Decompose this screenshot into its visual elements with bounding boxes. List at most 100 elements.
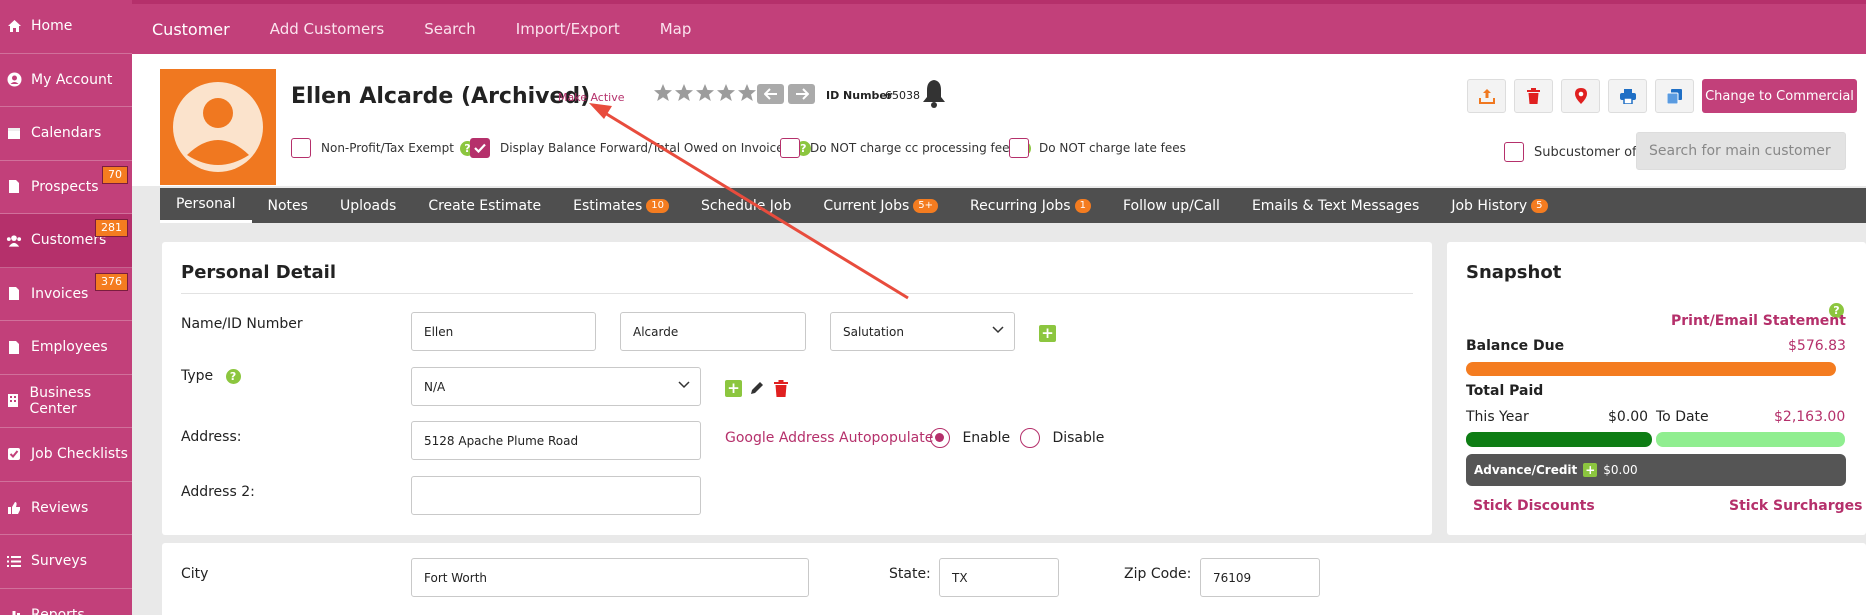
tab-estimates[interactable]: Estimates 10 (557, 188, 685, 223)
print-email-statement-link[interactable]: Print/Email Statement (1671, 313, 1846, 329)
stick-discounts-link[interactable]: Stick Discounts (1473, 498, 1595, 514)
arrow-left-icon (763, 88, 777, 100)
salutation-select[interactable]: Salutation (830, 312, 1015, 351)
tab-emails-texts[interactable]: Emails & Text Messages (1236, 188, 1435, 223)
help-icon[interactable]: ? (225, 369, 241, 384)
delete-button[interactable] (1514, 79, 1553, 113)
star-icon[interactable] (737, 83, 757, 102)
subcustomer-checkbox[interactable] (1504, 142, 1524, 162)
customers-badge: 281 (95, 219, 128, 237)
star-icon[interactable] (653, 83, 673, 102)
enable-radio[interactable] (930, 428, 950, 448)
tab-follow-up[interactable]: Follow up/Call (1107, 188, 1236, 223)
topnav-customer[interactable]: Customer (132, 20, 250, 39)
tax-exempt-checkbox[interactable] (291, 138, 311, 158)
first-name-input[interactable]: Ellen (411, 312, 596, 351)
city-input[interactable]: Fort Worth (411, 558, 809, 597)
star-icon[interactable] (716, 83, 736, 102)
add-salutation-button[interactable]: + (1039, 325, 1056, 342)
sidebar-item-job-checklists[interactable]: Job Checklists (0, 428, 132, 482)
topnav-map[interactable]: Map (640, 20, 712, 38)
tab-job-history[interactable]: Job History 5 (1435, 188, 1563, 223)
sidebar-item-surveys[interactable]: Surveys (0, 535, 132, 589)
map-location-button[interactable] (1561, 79, 1600, 113)
topnav-add-customers[interactable]: Add Customers (250, 20, 405, 38)
zip-label: Zip Code: (1124, 566, 1192, 582)
sidebar: Home My Account Calendars Prospects 70 C… (0, 0, 132, 615)
address2-input[interactable] (411, 476, 701, 515)
tab-recurring-jobs[interactable]: Recurring Jobs 1 (954, 188, 1107, 223)
sidebar-item-my-account[interactable]: My Account (0, 54, 132, 107)
tab-schedule-job[interactable]: Schedule Job (685, 188, 807, 223)
next-record-button[interactable] (788, 84, 815, 104)
type-label-text: Type (181, 368, 214, 384)
tax-exempt-option: Non-Profit/Tax Exempt ? (291, 138, 475, 158)
sidebar-item-reports[interactable]: Reports (0, 589, 132, 615)
advance-credit-bar: Advance/Credit + $0.00 (1466, 454, 1846, 486)
stick-surcharges-link[interactable]: Stick Surcharges (1729, 498, 1862, 514)
tab-personal[interactable]: Personal (160, 188, 252, 223)
topnav-import-export[interactable]: Import/Export (496, 20, 640, 38)
star-icon[interactable] (695, 83, 715, 102)
sidebar-item-label: Job Checklists (31, 446, 128, 463)
zip-input[interactable]: 76109 (1200, 558, 1320, 597)
address-input[interactable]: 5128 Apache Plume Road (411, 421, 701, 460)
tab-label: Notes (267, 197, 308, 214)
autopopulate-enable-option[interactable]: Enable (930, 428, 1010, 448)
pencil-icon[interactable] (749, 380, 765, 396)
trash-icon[interactable] (774, 380, 788, 397)
print-button[interactable] (1608, 79, 1647, 113)
sidebar-item-reviews[interactable]: Reviews (0, 482, 132, 535)
sidebar-item-label: Surveys (31, 553, 87, 570)
sidebar-item-label: Prospects (31, 178, 99, 195)
sidebar-item-label: Business Center (29, 384, 92, 417)
main-customer-search-input[interactable]: Search for main customer (1636, 132, 1846, 170)
make-active-link[interactable]: Make Active (558, 91, 625, 104)
prospects-badge: 70 (102, 165, 128, 184)
rating-stars[interactable] (653, 83, 757, 102)
bell-icon[interactable] (921, 78, 947, 112)
sidebar-item-label: Invoices (31, 285, 89, 302)
disable-label: Disable (1052, 430, 1105, 446)
copy-button[interactable] (1655, 79, 1694, 113)
tab-label: Job History (1451, 197, 1528, 214)
add-credit-button[interactable]: + (1583, 463, 1598, 477)
autopopulate-disable-option[interactable]: Disable (1020, 428, 1104, 448)
tab-uploads[interactable]: Uploads (324, 188, 412, 223)
star-icon[interactable] (674, 83, 694, 102)
cc-fee-checkbox[interactable] (780, 138, 800, 158)
export-button[interactable] (1467, 79, 1506, 113)
advance-credit-label: Advance/Credit (1474, 463, 1578, 477)
sidebar-item-home[interactable]: Home (0, 0, 132, 54)
sidebar-item-customers[interactable]: Customers 281 (0, 214, 132, 268)
list-icon (6, 553, 22, 569)
document-icon (6, 179, 22, 195)
record-nav (757, 84, 815, 104)
tab-notes[interactable]: Notes (252, 188, 324, 223)
disable-radio[interactable] (1020, 428, 1040, 448)
address-label: Address: (181, 429, 242, 445)
sidebar-item-business-center[interactable]: Business Center (0, 375, 132, 428)
trash-icon (1527, 88, 1540, 104)
state-input[interactable]: TX (939, 558, 1059, 597)
tab-badge: 5+ (913, 198, 939, 213)
topnav-search[interactable]: Search (404, 20, 496, 38)
tab-current-jobs[interactable]: Current Jobs 5+ (807, 188, 954, 223)
previous-record-button[interactable] (757, 84, 784, 104)
tax-exempt-label: Non-Profit/Tax Exempt (321, 141, 454, 155)
sidebar-item-calendars[interactable]: Calendars (0, 107, 132, 161)
add-type-button[interactable]: + (725, 380, 742, 397)
last-name-input[interactable]: Alcarde (620, 312, 806, 351)
tab-create-estimate[interactable]: Create Estimate (412, 188, 557, 223)
sidebar-item-prospects[interactable]: Prospects 70 (0, 161, 132, 214)
sidebar-item-employees[interactable]: Employees (0, 321, 132, 375)
home-icon (6, 18, 22, 34)
type-select[interactable]: N/A (411, 367, 701, 406)
display-balance-checkbox[interactable] (470, 138, 490, 158)
user-circle-icon (6, 72, 22, 88)
display-balance-label: Display Balance Forward/Total Owed on In… (500, 141, 790, 155)
tab-label: Recurring Jobs (970, 197, 1071, 214)
change-to-commercial-button[interactable]: Change to Commercial (1702, 79, 1857, 113)
late-fees-checkbox[interactable] (1009, 138, 1029, 158)
sidebar-item-invoices[interactable]: Invoices 376 (0, 268, 132, 321)
